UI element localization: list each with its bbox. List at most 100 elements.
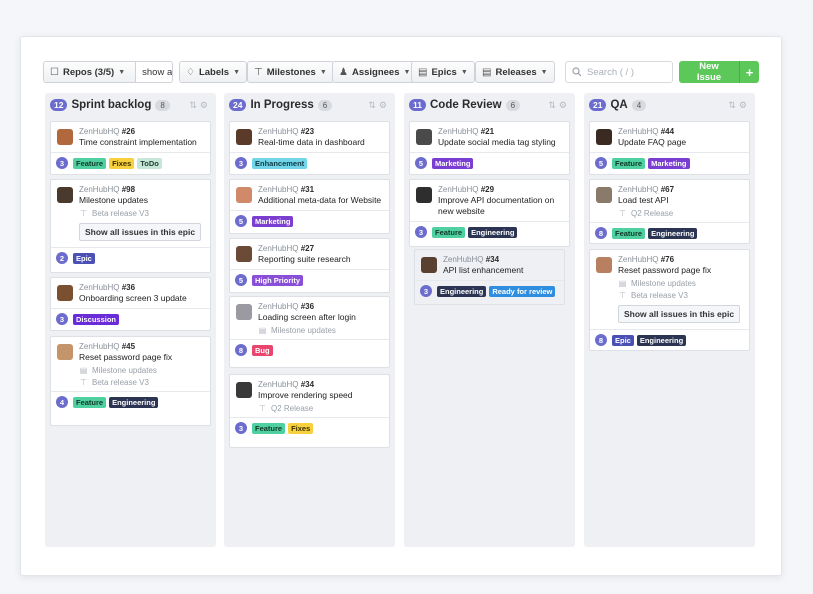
issue-card[interactable]: ZenHubHQ #29 Improve API documentation o…: [409, 179, 570, 247]
issue-number[interactable]: #98: [122, 185, 135, 194]
issue-meta-text: Q2 Release: [631, 209, 674, 218]
issue-title[interactable]: Onboarding screen 3 update: [79, 293, 205, 304]
issue-meta-row: ▤ Milestone updates: [79, 366, 205, 375]
issue-title[interactable]: Reset password page fix: [79, 352, 205, 363]
gear-icon[interactable]: ⚙: [739, 100, 750, 110]
issue-number[interactable]: #21: [481, 127, 494, 136]
gear-icon[interactable]: ⚙: [200, 100, 211, 110]
labels-dropdown[interactable]: ♢ Labels ▼: [179, 61, 248, 83]
label-discussion[interactable]: Discussion: [73, 313, 120, 325]
search-input[interactable]: Search ( / ): [565, 61, 673, 83]
gear-icon[interactable]: ⚙: [379, 100, 390, 110]
issue-number[interactable]: #76: [661, 255, 674, 264]
issue-number[interactable]: #26: [122, 127, 135, 136]
issue-title[interactable]: Time constraint implementation: [79, 137, 205, 148]
issue-card[interactable]: ZenHubHQ #36 Onboarding screen 3 update …: [50, 277, 211, 331]
sort-icon[interactable]: ⇅: [548, 100, 559, 110]
label-engineering[interactable]: Engineering: [648, 227, 698, 239]
issue-card[interactable]: ZenHubHQ #26 Time constraint implementat…: [50, 121, 211, 175]
label-todo[interactable]: ToDo: [137, 157, 162, 169]
label-bug[interactable]: Bug: [252, 344, 273, 356]
label-ready-for-review[interactable]: Ready for review: [489, 285, 556, 297]
label-fixes[interactable]: Fixes: [109, 157, 135, 169]
estimate-badge: 8: [595, 227, 607, 239]
issue-title[interactable]: Update social media tag styling: [438, 137, 564, 148]
label-engineering[interactable]: Engineering: [636, 334, 687, 346]
issue-card[interactable]: ZenHubHQ #31 Additional meta-data for We…: [229, 179, 390, 234]
milestone-icon: ⊤: [254, 66, 263, 78]
label-engineering[interactable]: Engineering: [468, 226, 518, 238]
issue-card[interactable]: ZenHubHQ #36 Loading screen after login …: [229, 296, 390, 368]
label-marketing[interactable]: Marketing: [432, 157, 474, 169]
repo-name: ZenHubHQ: [443, 255, 484, 264]
label-enhancement[interactable]: Enhancement: [252, 157, 308, 169]
issue-number[interactable]: #27: [301, 244, 314, 253]
issue-card-body: ZenHubHQ #23 Real-time data in dashboard: [230, 122, 389, 152]
issue-title[interactable]: Milestone updates: [79, 195, 205, 206]
sort-icon[interactable]: ⇅: [728, 100, 739, 110]
label-feature[interactable]: Feature: [252, 422, 286, 434]
issue-repo: ZenHubHQ #34: [258, 380, 384, 389]
issue-title[interactable]: Reset password page fix: [618, 265, 744, 276]
issue-card[interactable]: ZenHubHQ #76 Reset password page fix ▤ M…: [589, 249, 750, 351]
label-marketing[interactable]: Marketing: [252, 215, 294, 227]
issue-repo: ZenHubHQ #34: [443, 255, 559, 264]
issue-title[interactable]: Update FAQ page: [618, 137, 744, 148]
issue-card[interactable]: ZenHubHQ #67 Load test API ⊤ Q2 Release …: [589, 179, 750, 244]
issue-title[interactable]: Improve rendering speed: [258, 390, 384, 401]
issue-number[interactable]: #45: [122, 342, 135, 351]
issue-number[interactable]: #31: [301, 185, 314, 194]
issue-card[interactable]: ZenHubHQ #98 Milestone updates ⊤ Beta re…: [50, 179, 211, 273]
show-epic-issues-button[interactable]: Show all issues in this epic: [79, 223, 202, 241]
issue-number[interactable]: #36: [122, 283, 135, 292]
repos-dropdown[interactable]: ☐ Repos (3/5) ▼: [44, 62, 131, 82]
issue-number[interactable]: #34: [486, 255, 499, 264]
issue-title[interactable]: Reporting suite research: [258, 254, 384, 265]
issue-number[interactable]: #23: [301, 127, 314, 136]
new-issue-button[interactable]: New Issue +: [679, 61, 759, 83]
label-fixes[interactable]: Fixes: [288, 422, 314, 434]
issue-number[interactable]: #34: [301, 380, 314, 389]
label-feature[interactable]: Feature: [73, 396, 107, 408]
show-all-button[interactable]: show all: [135, 62, 172, 82]
issue-number[interactable]: #44: [661, 127, 674, 136]
label-feature[interactable]: Feature: [612, 227, 646, 239]
issue-card[interactable]: ZenHubHQ #34 Improve rendering speed ⊤ Q…: [229, 374, 390, 448]
gear-icon[interactable]: ⚙: [559, 100, 570, 110]
issue-number[interactable]: #29: [481, 185, 494, 194]
issue-card[interactable]: ZenHubHQ #45 Reset password page fix ▤ M…: [50, 336, 211, 426]
label-feature[interactable]: Feature: [432, 226, 466, 238]
plus-icon[interactable]: +: [739, 61, 759, 83]
label-epic[interactable]: Epic: [73, 252, 95, 264]
epics-dropdown[interactable]: ▤ Epics ▼: [411, 61, 475, 83]
issue-title[interactable]: Load test API: [618, 195, 744, 206]
assignees-dropdown[interactable]: ♟ Assignees ▼: [332, 61, 418, 83]
releases-dropdown[interactable]: ▤ Releases ▼: [475, 61, 555, 83]
issue-number[interactable]: #67: [661, 185, 674, 194]
issue-title[interactable]: Improve API documentation on new website: [438, 195, 564, 217]
issue-card[interactable]: ZenHubHQ #21 Update social media tag sty…: [409, 121, 570, 175]
show-epic-issues-button[interactable]: Show all issues in this epic: [618, 305, 741, 323]
sort-icon[interactable]: ⇅: [189, 100, 200, 110]
label-high-priority[interactable]: High Priority: [252, 274, 304, 286]
label-epic[interactable]: Epic: [612, 334, 634, 346]
issue-meta-text: Q2 Release: [271, 404, 314, 413]
issue-card[interactable]: ZenHubHQ #34 API list enhancement 3 Engi…: [414, 249, 565, 305]
issue-title[interactable]: Loading screen after login: [258, 312, 384, 323]
label-feature[interactable]: Feature: [612, 157, 646, 169]
issue-title[interactable]: Additional meta-data for Website: [258, 195, 384, 206]
issue-title[interactable]: Real-time data in dashboard: [258, 137, 384, 148]
label-feature[interactable]: Feature: [73, 157, 107, 169]
milestones-dropdown[interactable]: ⊤ Milestones ▼: [247, 61, 334, 83]
issue-title[interactable]: API list enhancement: [443, 265, 559, 276]
label-engineering[interactable]: Engineering: [109, 396, 159, 408]
label-marketing[interactable]: Marketing: [648, 157, 690, 169]
epic-icon: ▤: [418, 66, 428, 78]
issue-card[interactable]: ZenHubHQ #27 Reporting suite research 5 …: [229, 238, 390, 293]
issue-card-body: ZenHubHQ #67 Load test API ⊤ Q2 Release: [590, 180, 749, 222]
issue-card[interactable]: ZenHubHQ #44 Update FAQ page 5 Feature Ma…: [589, 121, 750, 175]
issue-number[interactable]: #36: [301, 302, 314, 311]
issue-card[interactable]: ZenHubHQ #23 Real-time data in dashboard…: [229, 121, 390, 175]
sort-icon[interactable]: ⇅: [368, 100, 379, 110]
label-engineering[interactable]: Engineering: [437, 285, 487, 297]
